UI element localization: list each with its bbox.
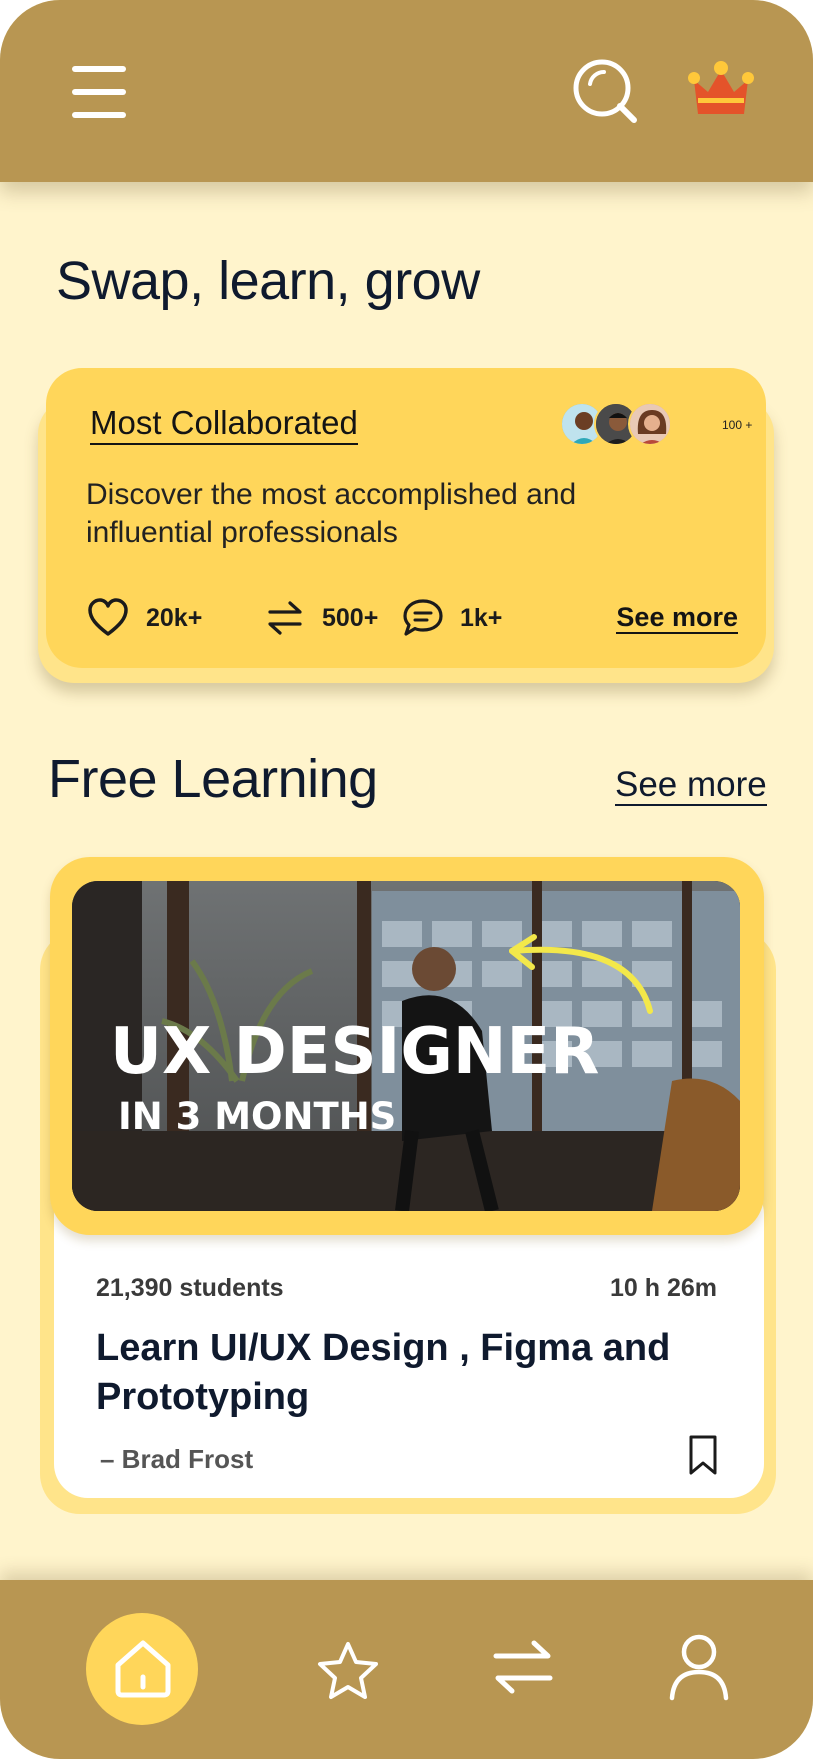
description-line: Discover the most accomplished and: [86, 478, 577, 511]
app-screen: Swap, learn, grow Most Collaborated 100 …: [0, 0, 813, 1759]
swap-arrows-icon[interactable]: [266, 600, 304, 636]
course-author: – Brad Frost: [100, 1444, 254, 1474]
avatar-count: 100 +: [722, 418, 753, 432]
bookmark-icon[interactable]: [688, 1434, 718, 1476]
heart-icon[interactable]: [86, 596, 130, 640]
free-learning-title: Free Learning: [48, 749, 378, 809]
most-collaborated-description: Discover the most accomplished and influ…: [86, 476, 706, 552]
free-learning-see-more-link[interactable]: See more: [615, 766, 767, 806]
thumbnail-subheadline: IN 3 MONTHS: [118, 1095, 396, 1138]
profile-icon: [669, 1634, 729, 1701]
nav-favorites-button[interactable]: [316, 1640, 380, 1700]
course-title[interactable]: Learn UI/UX Design , Figma and Prototypi…: [96, 1324, 716, 1422]
comment-icon[interactable]: [402, 598, 444, 638]
avatar: [628, 402, 672, 446]
most-collaborated-card[interactable]: Most Collaborated 100 + Discover the mos…: [46, 368, 766, 668]
bottom-navigation: [0, 1580, 813, 1759]
thumbnail-image: UX DESIGNER IN 3 MONTHS: [72, 881, 740, 1211]
top-bar: [0, 0, 813, 182]
description-line: influential professionals: [86, 516, 398, 549]
course-thumbnail-frame[interactable]: UX DESIGNER IN 3 MONTHS: [50, 857, 764, 1235]
likes-count: 20k+: [146, 604, 203, 632]
course-title-line: Learn UI/UX Design , Figma and: [96, 1327, 671, 1369]
swaps-count: 500+: [322, 604, 379, 632]
course-duration: 10 h 26m: [610, 1274, 718, 1302]
collaborated-see-more-link[interactable]: See more: [616, 602, 738, 634]
most-collaborated-title[interactable]: Most Collaborated: [90, 404, 358, 445]
course-thumbnail[interactable]: UX DESIGNER IN 3 MONTHS: [72, 881, 740, 1211]
thumbnail-headline: UX DESIGNER: [110, 1015, 599, 1089]
page-title: Swap, learn, grow: [56, 251, 480, 311]
crown-icon[interactable]: [688, 58, 754, 124]
nav-swap-button[interactable]: [492, 1638, 554, 1696]
swap-icon: [493, 1640, 553, 1694]
student-count: 21,390 students: [96, 1274, 284, 1302]
star-icon: [318, 1642, 378, 1699]
home-icon: [115, 1640, 171, 1698]
course-title-line: Prototyping: [96, 1376, 310, 1418]
comments-count: 1k+: [460, 604, 503, 632]
search-icon[interactable]: [570, 56, 642, 128]
nav-home-button[interactable]: [86, 1613, 198, 1725]
nav-profile-button[interactable]: [668, 1632, 730, 1702]
hamburger-menu-icon[interactable]: [70, 64, 128, 120]
